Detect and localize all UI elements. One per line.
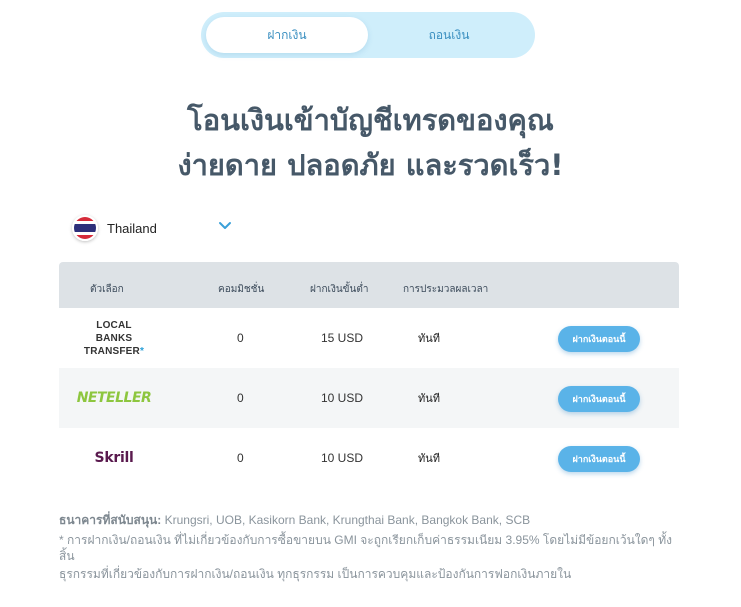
min-deposit-value: 10 USD: [321, 391, 364, 405]
processing-value: ทันที: [418, 452, 441, 465]
deposit-now-button[interactable]: ฝากเงินตอนนี้: [558, 386, 640, 412]
commission-value: 0: [237, 451, 244, 465]
neteller-logo: NETELLER: [76, 390, 152, 406]
country-name: Thailand: [107, 220, 157, 236]
min-deposit-value: 15 USD: [321, 331, 364, 345]
header-commission: คอมมิชชั่น: [218, 284, 265, 295]
header-min-deposit: ฝากเงินขั้นต่ำ: [310, 284, 369, 295]
fee-note: * การฝากเงิน/ถอนเงิน ที่ไม่เกี่ยวข้องกับ…: [59, 533, 672, 563]
supported-banks-note: ธนาคารที่สนับสนุน: Krungsri, UOB, Kasiko…: [59, 513, 531, 527]
commission-value: 0: [237, 391, 244, 405]
processing-value: ทันที: [418, 332, 441, 345]
table-row: NETELLER 0 10 USD ทันที ฝากเงินตอนนี้: [59, 368, 679, 428]
method-neteller: NETELLER: [76, 368, 152, 428]
min-deposit-value: 10 USD: [321, 451, 364, 465]
headline-line-1: โอนเงินเข้าบัญชีเทรดของคุณ: [187, 103, 554, 137]
country-selector[interactable]: Thailand: [72, 212, 242, 244]
thailand-flag-icon: [72, 215, 98, 241]
method-skrill: Skrill: [79, 428, 149, 488]
processing-value: ทันที: [418, 392, 441, 405]
skrill-logo: Skrill: [94, 450, 134, 466]
tab-withdraw[interactable]: ถอนเงิน: [368, 17, 530, 53]
page-headline: โอนเงินเข้าบัญชีเทรดของคุณ ง่ายดาย ปลอดภ…: [0, 98, 741, 188]
header-processing: การประมวลผลเวลา: [403, 284, 489, 295]
header-option: ตัวเลือก: [90, 284, 124, 295]
table-row: Skrill 0 10 USD ทันที ฝากเงินตอนนี้: [59, 428, 679, 488]
method-local-banks: LOCAL BANKS TRANSFER*: [78, 308, 150, 368]
aml-note: ธุรกรรมที่เกี่ยวข้องกับการฝากเงิน/ถอนเงิ…: [59, 567, 572, 581]
headline-line-2: ง่ายดาย ปลอดภัย และรวดเร็ว!: [177, 148, 564, 182]
deposit-now-button[interactable]: ฝากเงินตอนนี้: [558, 326, 640, 352]
payment-methods-table: ตัวเลือก คอมมิชชั่น ฝากเงินขั้นต่ำ การปร…: [59, 262, 679, 488]
table-row: LOCAL BANKS TRANSFER* 0 15 USD ทันที ฝาก…: [59, 308, 679, 368]
deposit-withdraw-tabs: ฝากเงิน ถอนเงิน: [201, 12, 535, 58]
commission-value: 0: [237, 331, 244, 345]
table-header: ตัวเลือก คอมมิชชั่น ฝากเงินขั้นต่ำ การปร…: [59, 262, 679, 308]
local-banks-logo: LOCAL BANKS TRANSFER*: [83, 319, 145, 357]
tab-deposit[interactable]: ฝากเงิน: [206, 17, 368, 53]
footnotes: ธนาคารที่สนับสนุน: Krungsri, UOB, Kasiko…: [59, 510, 679, 584]
deposit-now-button[interactable]: ฝากเงินตอนนี้: [558, 446, 640, 472]
chevron-down-icon[interactable]: [218, 221, 232, 231]
